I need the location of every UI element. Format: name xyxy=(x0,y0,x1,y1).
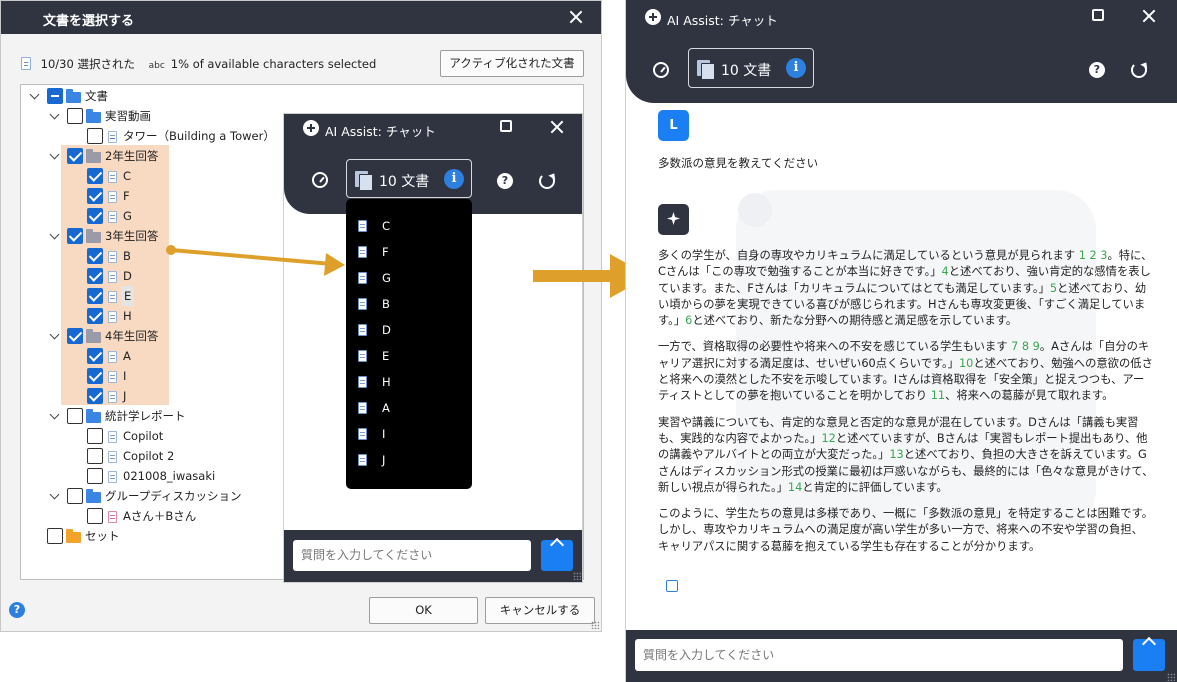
answer-text: と肯定的に評価しています。 xyxy=(802,480,948,494)
arrow-line xyxy=(170,248,333,266)
answer-text: このように、学生たちの意見は多様であり、一概に「多数派の意見」を特定することは困… xyxy=(658,507,1154,553)
citation-link[interactable]: 11 xyxy=(931,389,945,402)
refresh-icon[interactable] xyxy=(1131,62,1147,78)
citation-link[interactable]: 4 xyxy=(942,265,949,278)
watermark-shape xyxy=(738,193,772,227)
chat-panel-large: AI Assist: チャット 10 文書 i ? L 多数派の意見を教えてくだ… xyxy=(625,0,1177,682)
documents-count: 10 文書 xyxy=(721,63,772,79)
sparkle-icon xyxy=(667,212,680,225)
ai-assist-logo-icon xyxy=(645,9,661,25)
answer-text: 一方で、資格取得の必要性や将来への不安を感じている学生もいます xyxy=(658,340,1012,354)
documents-button[interactable]: 10 文書 i xyxy=(688,48,814,88)
question-input[interactable]: 質問を入力してください xyxy=(635,639,1123,671)
maximize-icon[interactable] xyxy=(1092,9,1104,21)
chat-header: AI Assist: チャット 10 文書 i ? xyxy=(626,0,1177,103)
chat-title: AI Assist: チャット xyxy=(667,13,778,28)
chat-footer: 質問を入力してください xyxy=(626,630,1177,682)
answer-text: と述べており、新たな分野への期待感と満足感を示しています。 xyxy=(692,314,1018,328)
answer-text: 多くの学生が、自身の専攻やカリキュラムに満足しているという意見が見られます xyxy=(658,249,1079,262)
citation-link[interactable]: 14 xyxy=(788,481,802,494)
send-button[interactable] xyxy=(1133,639,1165,671)
close-icon[interactable] xyxy=(1140,7,1158,25)
info-icon[interactable]: i xyxy=(786,58,806,78)
citation-link[interactable]: 10 xyxy=(959,357,973,370)
citation-link[interactable]: 12 xyxy=(821,432,835,445)
citation-link[interactable]: 13 xyxy=(889,448,903,461)
user-message: 多数派の意見を教えてください xyxy=(658,156,819,170)
copy-icon[interactable] xyxy=(662,580,678,596)
resize-grip-icon[interactable] xyxy=(1167,673,1175,681)
citation-link[interactable]: 7 8 9 xyxy=(1011,340,1040,353)
answer-paragraph: このように、学生たちの意見は多様であり、一概に「多数派の意見」を特定することは困… xyxy=(658,506,1154,555)
citation-link[interactable]: 5 xyxy=(1050,282,1057,295)
arrow-head xyxy=(324,253,345,276)
ai-avatar xyxy=(658,204,689,235)
documents-icon xyxy=(697,60,715,80)
answer-paragraph: 多くの学生が、自身の専攻やカリキュラムに満足しているという意見が見られます 1 … xyxy=(658,248,1154,329)
ai-answer: 多くの学生が、自身の専攻やカリキュラムに満足しているという意見が見られます 1 … xyxy=(658,248,1154,565)
big-arrow-shaft xyxy=(533,270,613,282)
help-icon[interactable]: ? xyxy=(1089,62,1105,78)
answer-paragraph: 実習や講義についても、肯定的な意見と否定的な意見が混在しています。Dさんは「講義… xyxy=(658,415,1154,496)
gauge-icon[interactable] xyxy=(653,62,669,78)
citation-link[interactable]: 1 2 3 xyxy=(1079,249,1108,262)
answer-text: 、将来への葛藤が見て取れます。 xyxy=(945,389,1114,403)
user-avatar: L xyxy=(658,110,689,141)
answer-paragraph: 一方で、資格取得の必要性や将来への不安を感じている学生もいます 7 8 9。Aさ… xyxy=(658,339,1154,404)
